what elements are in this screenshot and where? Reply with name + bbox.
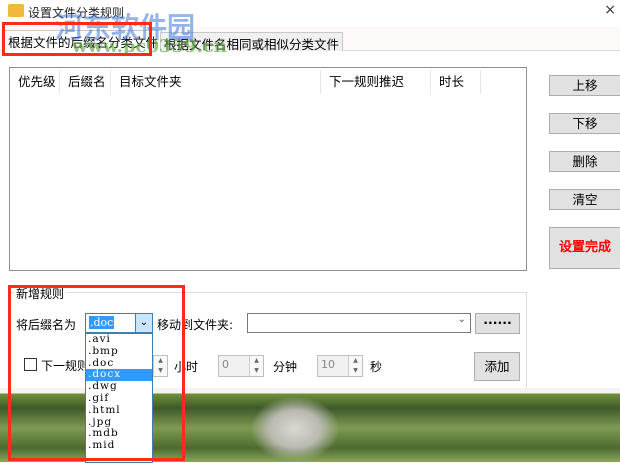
folder-icon: [8, 4, 24, 17]
seconds-value: 10: [321, 358, 335, 371]
add-rule-button[interactable]: 添加: [474, 352, 520, 381]
spin-arrows-icon[interactable]: ▲ ▼: [348, 356, 362, 376]
column-suffix[interactable]: 后缀名: [60, 70, 111, 94]
chevron-down-icon[interactable]: ⌄: [458, 314, 466, 325]
seconds-label: 秒: [370, 360, 383, 374]
annotation-box-tab: [2, 22, 152, 56]
rules-table[interactable]: 优先级 后缀名 目标文件夹 下一规则推迟 时长: [9, 67, 527, 271]
annotation-box-new-rule: [8, 285, 185, 461]
clear-button[interactable]: 清空: [549, 189, 620, 210]
column-priority[interactable]: 优先级: [10, 70, 60, 94]
move-up-button[interactable]: 上移: [549, 75, 620, 96]
move-down-button[interactable]: 下移: [549, 113, 620, 134]
minutes-label: 分钟: [273, 360, 298, 374]
minutes-spinner[interactable]: 0 ▲ ▼: [218, 355, 264, 377]
column-target-folder[interactable]: 目标文件夹: [111, 70, 321, 94]
folder-combobox[interactable]: ⌄: [247, 313, 471, 333]
spin-arrows-icon[interactable]: ▲ ▼: [249, 356, 263, 376]
finish-settings-button[interactable]: 设置完成: [549, 227, 620, 269]
column-delay[interactable]: 下一规则推迟: [321, 70, 431, 94]
minutes-value: 0: [222, 358, 229, 371]
browse-button[interactable]: ······: [475, 313, 520, 334]
delete-button[interactable]: 删除: [549, 151, 620, 172]
seconds-spinner[interactable]: 10 ▲ ▼: [317, 355, 363, 377]
close-button[interactable]: ×: [604, 2, 616, 18]
column-duration[interactable]: 时长: [431, 70, 481, 94]
